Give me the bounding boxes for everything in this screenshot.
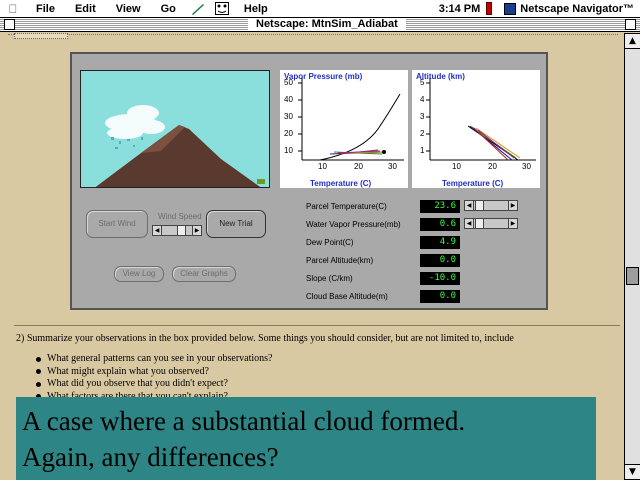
parcel-temperature-slider[interactable]: ◀ ▶ [464,200,518,211]
dew-point-readout: 4.9 [420,236,460,249]
list-item-text: What might explain what you observed? [47,365,209,377]
slider-left-arrow-icon[interactable]: ◀ [465,219,474,228]
altitude-graph: Altitude (km) 5 4 3 2 1 10 20 30 Tempera… [412,70,540,188]
menu-view[interactable]: View [106,3,151,15]
menu-clock: 3:14 PM [438,2,481,15]
mountain-illustration [95,105,265,187]
vapor-x-tick: 20 [354,162,363,171]
caption-line-2: Again, any differences? [22,442,279,472]
battery-icon [486,2,493,15]
vapor-graph-xlabel: Temperature (C) [310,179,372,188]
clear-graphs-button[interactable]: Clear Graphs [172,266,236,282]
slider-thumb[interactable] [475,219,484,228]
readout-label: Parcel Temperature(C) [306,202,387,211]
mountain-scene [80,70,270,188]
window-title-bar[interactable]: Netscape: MtnSim_Adiabat [0,18,640,32]
vapor-x-tick: 10 [318,162,327,171]
question-text: 2) Summarize your observations in the bo… [16,333,514,344]
altitude-x-tick: 30 [522,162,531,171]
pen-icon[interactable] [190,2,206,16]
list-item-text: What general patterns can you see in you… [47,353,273,364]
menu-edit[interactable]: Edit [65,3,106,15]
application-menu[interactable]: Netscape Navigator™ [498,2,640,15]
parcel-temperature-readout: 23.6 [420,200,460,213]
scroll-up-arrow-icon[interactable]: ▲ [625,33,640,49]
menu-bar:  File Edit View Go Help 3:14 PM Netscap… [0,0,640,18]
menu-go[interactable]: Go [151,3,186,15]
vertical-scrollbar[interactable]: ▲ ▼ [624,33,640,480]
list-item: What general patterns can you see in you… [36,353,272,366]
vapor-pressure-graph: Vapor Pressure (mb) 50 40 30 20 10 10 20… [280,70,408,188]
altitude-x-tick: 10 [452,162,461,171]
list-item: What did you observe that you didn't exp… [36,378,272,391]
new-trial-button[interactable]: New Trial [206,210,266,238]
slider-thumb[interactable] [475,201,484,210]
slope-readout: -10.0 [420,272,460,285]
water-vapor-pressure-readout: 0.6 [420,218,460,231]
readout-label: Dew Point(C) [306,238,354,247]
wind-speed-slider[interactable]: ◀ ▶ [152,225,202,236]
list-item-text: What did you observe that you didn't exp… [47,378,228,389]
slider-right-arrow-icon[interactable]: ▶ [508,219,517,228]
slider-left-arrow-icon[interactable]: ◀ [465,201,474,210]
scroll-thumb[interactable] [626,267,639,285]
parcel-altitude-readout: 0.0 [420,254,460,267]
cloud-base-altitude-readout: 0.0 [420,290,460,303]
altitude-plot-area [426,78,536,161]
window-title: Netscape: MtnSim_Adiabat [248,18,406,31]
start-wind-button[interactable]: Start Wind [86,210,148,238]
view-log-button[interactable]: View Log [114,266,164,282]
slide-caption: A case where a substantial cloud formed.… [16,397,596,480]
bullet-icon [36,369,41,375]
slider-right-arrow-icon[interactable]: ▶ [508,201,517,210]
mountain-simulation-applet: Vapor Pressure (mb) 50 40 30 20 10 10 20… [70,52,548,310]
close-box-icon[interactable] [4,19,15,30]
scroll-down-arrow-icon[interactable]: ▼ [625,464,640,480]
apple-menu-icon[interactable]:  [0,2,26,16]
page-nav-strip [8,33,618,40]
list-item: What might explain what you observed? [36,366,272,379]
menu-help[interactable]: Help [234,3,278,15]
section-divider [14,325,620,326]
page-nav-tab[interactable] [14,33,68,39]
zoom-box-icon[interactable] [625,19,636,30]
slider-left-arrow-icon[interactable]: ◀ [153,226,162,235]
caption-line-1: A case where a substantial cloud formed. [22,406,466,436]
slider-thumb[interactable] [177,226,186,235]
readout-label: Water Vapor Pressure(mb) [306,220,401,229]
altitude-graph-xlabel: Temperature (C) [442,179,504,188]
readout-label: Slope (C/km) [306,274,353,283]
slider-right-arrow-icon[interactable]: ▶ [192,226,201,235]
menu-file[interactable]: File [26,3,65,15]
wind-speed-label: Wind Speed [158,212,202,221]
readout-label: Parcel Altitude(km) [306,256,374,265]
altitude-x-tick: 20 [488,162,497,171]
consideration-list: What general patterns can you see in you… [36,353,272,403]
bullet-icon [36,381,41,387]
vapor-x-tick: 30 [388,162,397,171]
application-name: Netscape Navigator™ [520,2,634,15]
water-vapor-slider[interactable]: ◀ ▶ [464,218,518,229]
bullet-icon [36,356,41,362]
netscape-icon [504,2,517,15]
readout-label: Cloud Base Altitude(m) [306,292,388,301]
help-balloon-icon[interactable] [214,2,230,16]
